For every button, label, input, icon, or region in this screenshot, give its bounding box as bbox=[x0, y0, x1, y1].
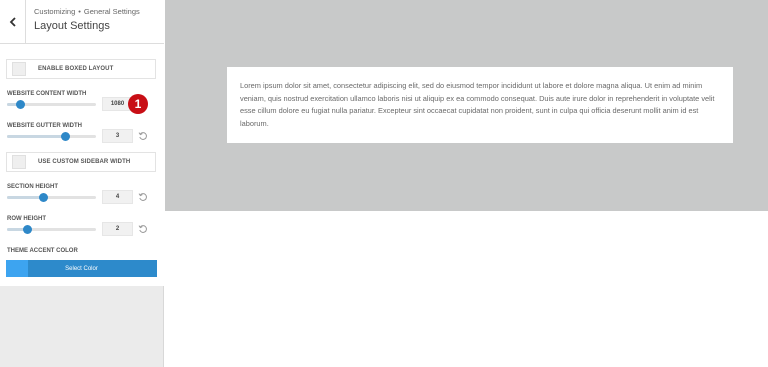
content-width-handle[interactable] bbox=[16, 100, 26, 109]
gutter-width-value[interactable]: 3 bbox=[102, 129, 133, 143]
content-width-label: WEBSITE CONTENT WIDTH bbox=[7, 91, 87, 97]
back-button[interactable] bbox=[0, 0, 26, 44]
select-color-label: Select Color bbox=[65, 265, 98, 272]
boxed-layout-checkbox[interactable] bbox=[12, 62, 26, 76]
chevron-left-icon bbox=[9, 17, 16, 27]
breadcrumb-root: Customizing bbox=[34, 7, 76, 16]
reset-icon[interactable] bbox=[138, 192, 148, 202]
section-height-handle[interactable] bbox=[38, 193, 48, 202]
breadcrumb-separator: • bbox=[78, 7, 81, 16]
preview-text: Lorem ipsum dolor sit amet, consectetur … bbox=[240, 81, 715, 128]
reset-icon[interactable] bbox=[138, 224, 148, 234]
row-height-label: ROW HEIGHT bbox=[7, 216, 46, 222]
boxed-layout-label: ENABLE BOXED LAYOUT bbox=[38, 66, 114, 72]
gutter-width-handle[interactable] bbox=[60, 132, 70, 141]
row-height-value[interactable]: 2 bbox=[102, 222, 133, 236]
breadcrumb-current: General Settings bbox=[83, 7, 140, 16]
select-color-button[interactable]: Select Color bbox=[6, 260, 157, 277]
row-height-handle[interactable] bbox=[22, 225, 32, 234]
color-swatch bbox=[6, 260, 28, 277]
customizer-sidebar: Customizing • General Settings Layout Sett… bbox=[0, 0, 164, 367]
custom-sidebar-option[interactable]: USE CUSTOM SIDEBAR WIDTH bbox=[6, 152, 156, 172]
gutter-width-slider[interactable] bbox=[7, 132, 96, 141]
breadcrumb: Customizing • General Settings bbox=[34, 7, 140, 16]
gutter-width-label: WEBSITE GUTTER WIDTH bbox=[7, 123, 82, 129]
section-height-slider[interactable] bbox=[7, 193, 96, 202]
accent-color-label: THEME ACCENT COLOR bbox=[7, 248, 78, 254]
panel-title: Layout Settings bbox=[34, 20, 110, 32]
custom-sidebar-label: USE CUSTOM SIDEBAR WIDTH bbox=[38, 159, 131, 165]
gutter-width-fill bbox=[7, 135, 65, 138]
custom-sidebar-checkbox[interactable] bbox=[12, 155, 26, 169]
content-width-slider[interactable] bbox=[7, 100, 96, 109]
section-height-fill bbox=[7, 196, 43, 199]
reset-icon[interactable] bbox=[138, 131, 148, 141]
row-height-slider[interactable] bbox=[7, 225, 96, 234]
preview-card: Lorem ipsum dolor sit amet, consectetur … bbox=[227, 67, 733, 143]
settings-panel: Customizing • General Settings Layout Sett… bbox=[0, 0, 164, 286]
annotation-badge: 1 bbox=[128, 94, 148, 114]
panel-header: Customizing • General Settings Layout Sett… bbox=[0, 0, 164, 44]
boxed-layout-option[interactable]: ENABLE BOXED LAYOUT bbox=[6, 59, 156, 79]
section-height-value[interactable]: 4 bbox=[102, 190, 133, 204]
section-height-label: SECTION HEIGHT bbox=[7, 184, 59, 190]
